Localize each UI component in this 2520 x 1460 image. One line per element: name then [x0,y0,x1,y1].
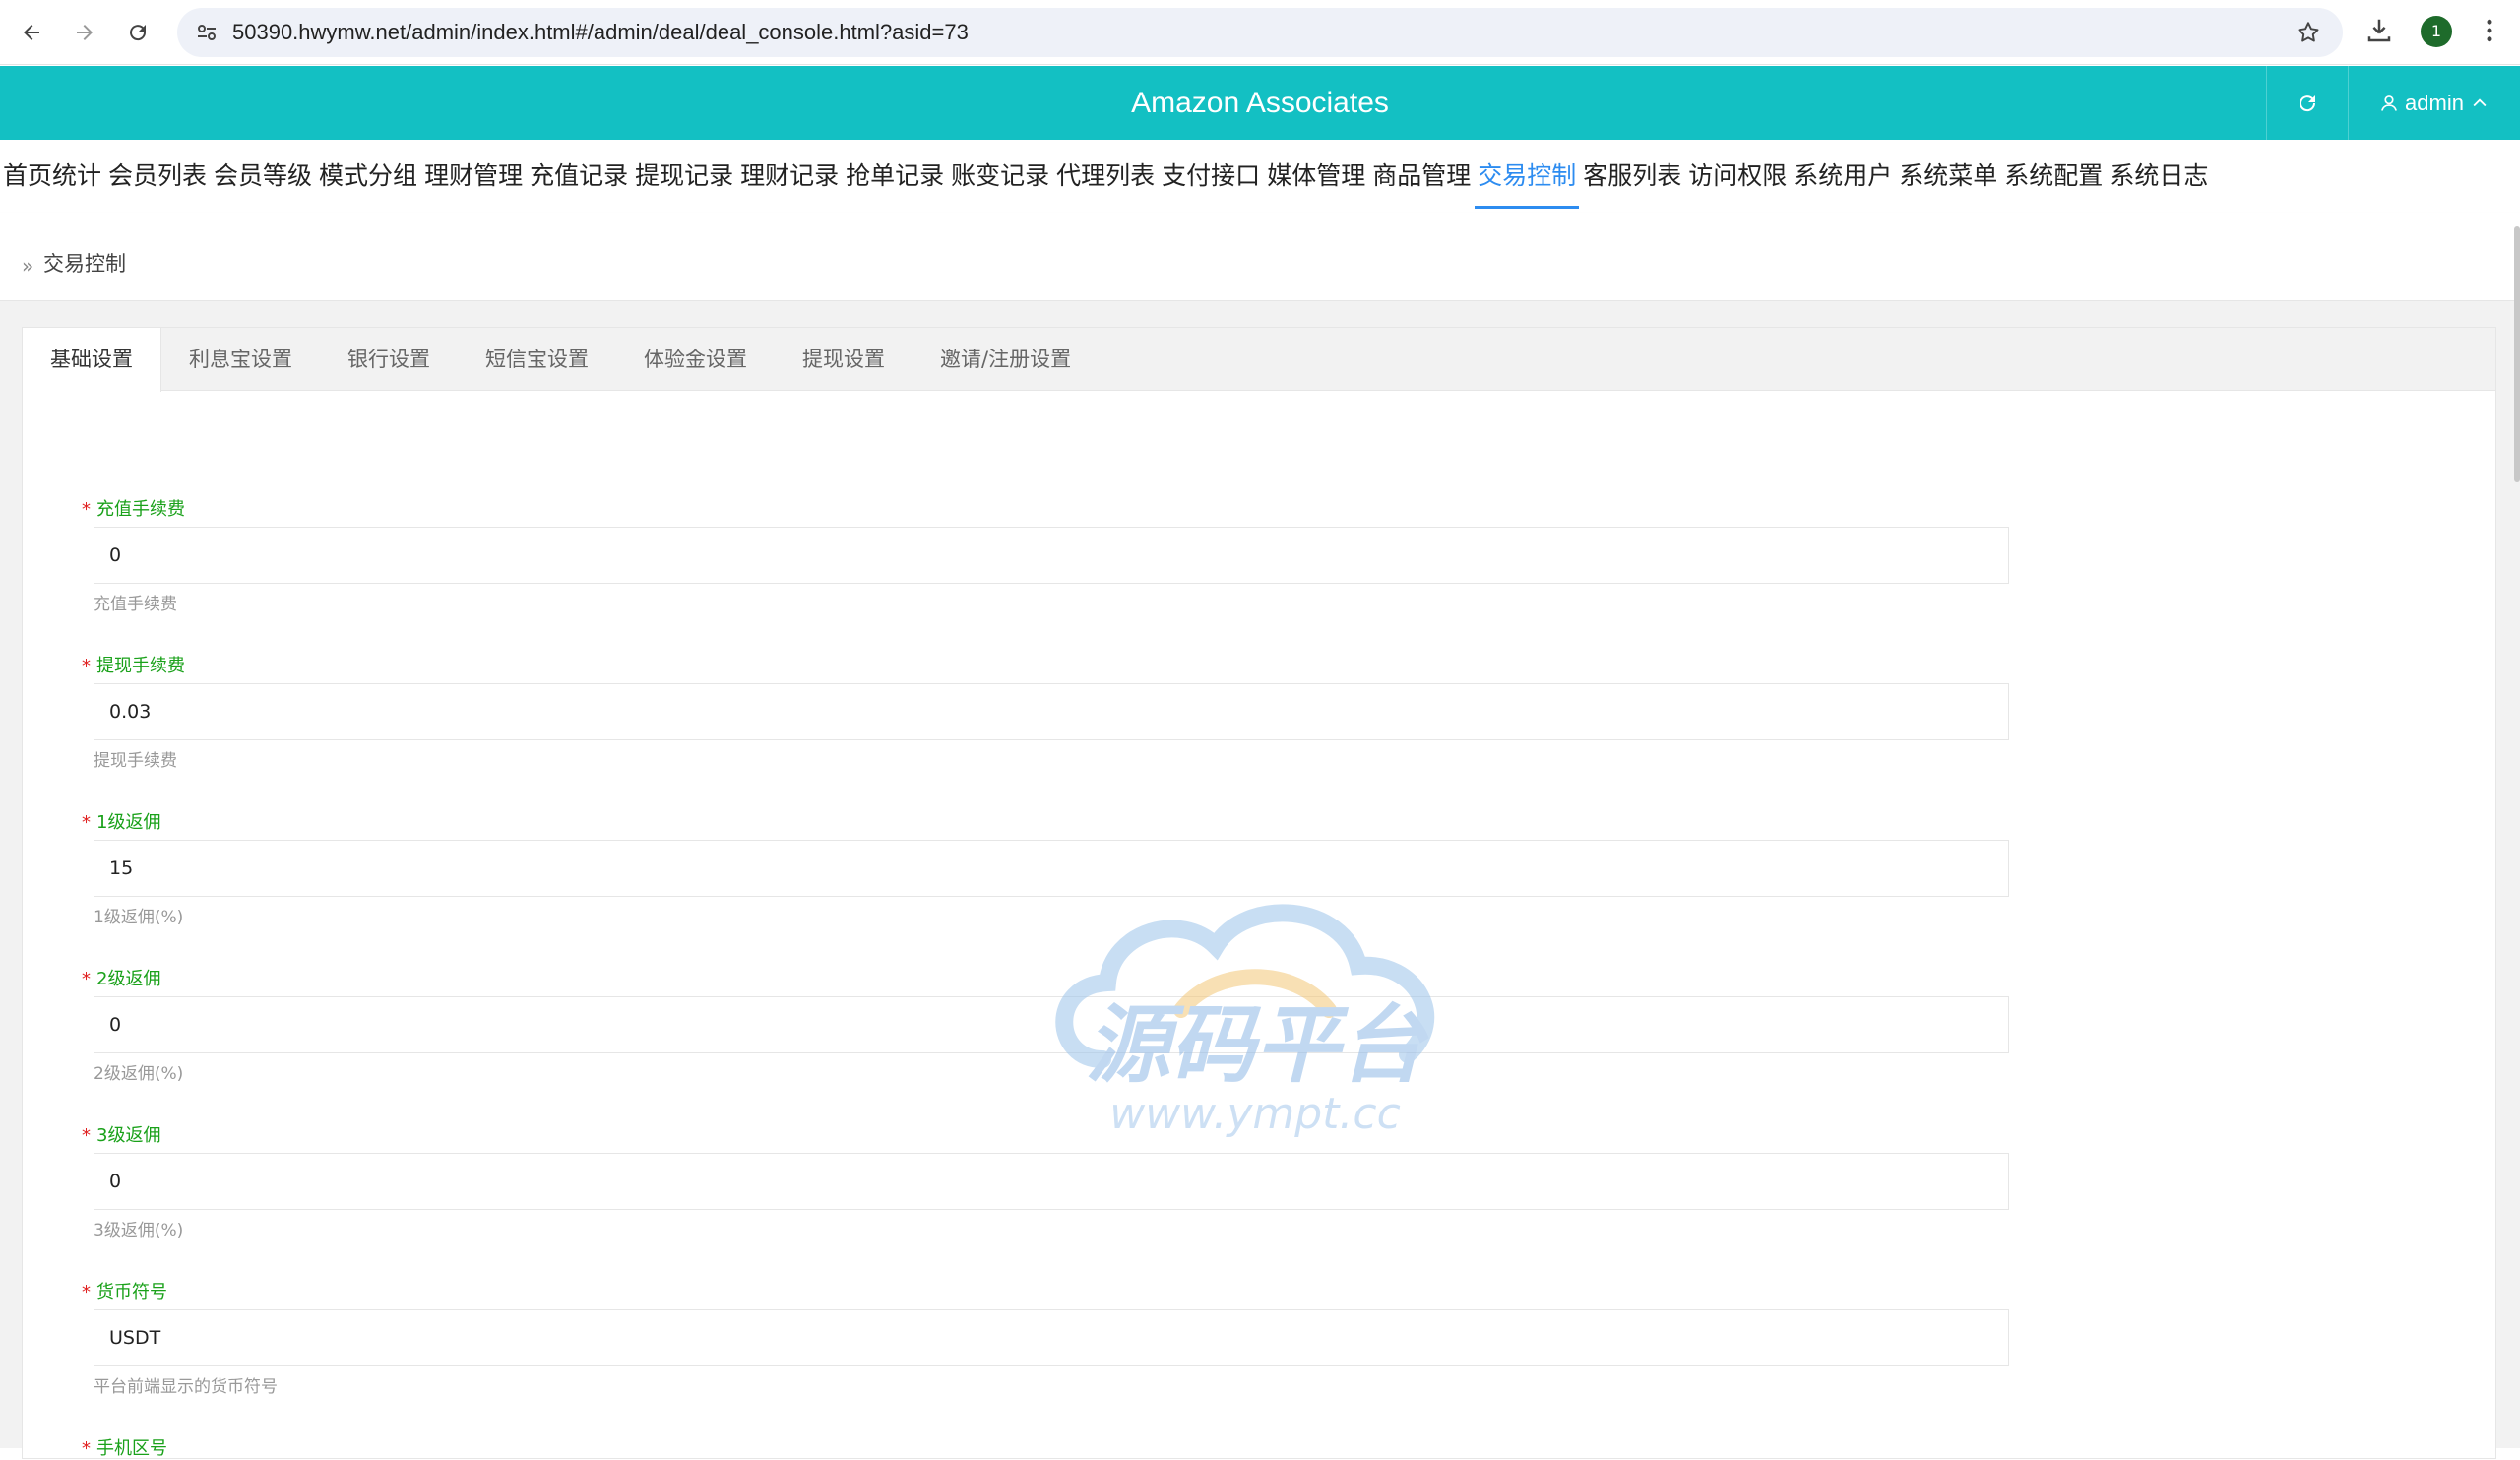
field-label: * 提现手续费 [82,656,185,676]
reload-icon [130,25,147,41]
download-icon[interactable] [2364,16,2394,45]
site-settings-icon[interactable] [195,21,219,44]
profile-avatar[interactable]: 1 [2421,16,2452,47]
field-help: 平台前端显示的货币符号 [94,1377,278,1397]
app-header: Amazon Associates admin [0,66,2520,140]
field-label: * 充值手续费 [82,499,185,520]
nav-item-system-config[interactable]: 系统配置 [2004,140,2103,213]
nav-item-account-change-records[interactable]: 账变记录 [951,140,1049,213]
user-icon [2381,95,2397,111]
user-menu[interactable]: admin [2348,66,2520,140]
app-title: Amazon Associates [1131,87,1389,119]
back-button[interactable] [12,13,51,52]
nav-item-payment-interface[interactable]: 支付接口 [1162,140,1260,213]
nav-item-home-stats[interactable]: 首页统计 [3,140,101,213]
content-area: 基础设置 利息宝设置 银行设置 短信宝设置 体验金设置 提现设置 邀请/注册设置… [0,301,2520,1459]
level3-commission-input[interactable]: 0 [94,1153,2009,1210]
nav-item-agent-list[interactable]: 代理列表 [1056,140,1155,213]
nav-item-system-log[interactable]: 系统日志 [2110,140,2208,213]
nav-item-finance-management[interactable]: 理财管理 [424,140,523,213]
field-help: 1级返佣(%) [94,908,184,927]
field-help: 3级返佣(%) [94,1221,184,1240]
settings-tabs: 基础设置 利息宝设置 银行设置 短信宝设置 体验金设置 提现设置 邀请/注册设置 [23,328,2495,392]
breadcrumb-current: 交易控制 [43,252,126,276]
url-text[interactable]: 50390.hwymw.net/admin/index.html#/admin/… [232,8,969,57]
page-scrollbar[interactable] [2514,226,2520,482]
nav-item-system-users[interactable]: 系统用户 [1794,140,1892,213]
more-menu-icon[interactable] [2475,16,2504,45]
refresh-button[interactable] [2266,66,2347,140]
browser-toolbar: 50390.hwymw.net/admin/index.html#/admin/… [0,0,2520,65]
nav-item-customer-service-list[interactable]: 客服列表 [1583,140,1681,213]
svg-text:www.ympt.cc: www.ympt.cc [1109,1089,1401,1139]
recharge-fee-input[interactable]: 0 [94,527,2009,584]
reload-button[interactable] [118,13,158,52]
watermark-logo: 源码平台 www.ympt.cc [1055,904,1435,1139]
nav-item-mode-group[interactable]: 模式分组 [319,140,417,213]
nav-item-withdraw-records[interactable]: 提现记录 [635,140,733,213]
field-label: * 手机区号 [82,1438,167,1459]
field-help: 2级返佣(%) [94,1064,184,1084]
tab-interest-settings[interactable]: 利息宝设置 [161,328,320,391]
arrow-left-icon [24,25,39,40]
nav-item-member-list[interactable]: 会员列表 [108,140,207,213]
tab-basic-settings[interactable]: 基础设置 [23,328,161,392]
currency-symbol-input[interactable]: USDT [94,1309,2009,1366]
nav-item-grab-order-records[interactable]: 抢单记录 [846,140,944,213]
field-label: * 货币符号 [82,1282,167,1302]
tab-trial-fund-settings[interactable]: 体验金设置 [616,328,775,391]
chevron-up-icon [2473,97,2487,106]
nav-item-access-permissions[interactable]: 访问权限 [1688,140,1787,213]
tab-invite-register-settings[interactable]: 邀请/注册设置 [913,328,1099,391]
tab-bank-settings[interactable]: 银行设置 [320,328,458,391]
user-name: admin [2405,90,2464,115]
field-label: * 3级返佣 [82,1125,161,1146]
nav-item-media-management[interactable]: 媒体管理 [1267,140,1365,213]
main-nav: 首页统计 会员列表 会员等级 模式分组 理财管理 充值记录 提现记录 理财记录 … [0,140,2520,213]
withdraw-fee-input[interactable]: 0.03 [94,683,2009,740]
forward-button[interactable] [65,13,104,52]
arrow-right-icon [77,25,93,40]
bookmark-star-icon[interactable] [2296,20,2321,45]
breadcrumb: » 交易控制 [0,213,2520,301]
field-label: * 1级返佣 [82,812,161,833]
tab-withdraw-settings[interactable]: 提现设置 [775,328,913,391]
level1-commission-input[interactable]: 15 [94,840,2009,897]
nav-item-system-menu[interactable]: 系统菜单 [1899,140,1997,213]
double-chevron-right-icon: » [22,254,34,278]
field-help: 充值手续费 [94,595,177,614]
tab-sms-settings[interactable]: 短信宝设置 [458,328,616,391]
nav-item-trade-control[interactable]: 交易控制 [1475,140,1580,213]
address-bar[interactable]: 50390.hwymw.net/admin/index.html#/admin/… [177,8,2343,57]
refresh-icon [2299,95,2315,111]
svg-text:源码平台: 源码平台 [1086,996,1429,1095]
nav-item-recharge-records[interactable]: 充值记录 [530,140,628,213]
field-help: 提现手续费 [94,751,177,771]
nav-item-finance-records[interactable]: 理财记录 [740,140,839,213]
nav-item-product-management[interactable]: 商品管理 [1372,140,1471,213]
field-label: * 2级返佣 [82,969,161,989]
nav-item-member-level[interactable]: 会员等级 [214,140,312,213]
